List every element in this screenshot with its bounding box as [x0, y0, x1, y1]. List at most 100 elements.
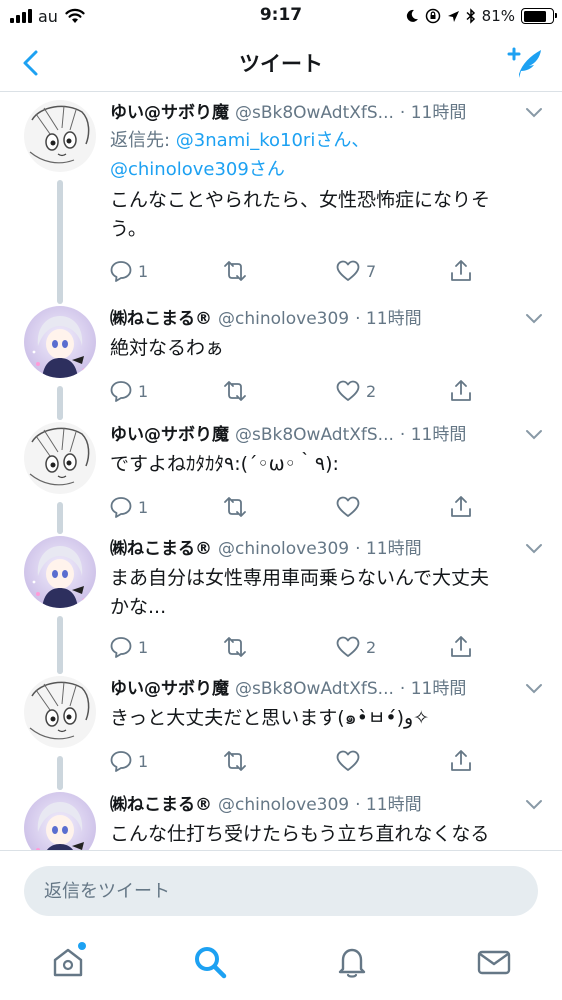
tweet-actions: 1 2 — [108, 376, 488, 406]
reply-icon — [110, 751, 132, 772]
mention-link[interactable]: @3nami_ko10riさん、 — [176, 130, 370, 151]
tweet-actions: 1 — [108, 492, 488, 522]
tab-search[interactable] — [190, 942, 230, 982]
retweet-button[interactable] — [220, 256, 254, 286]
like-button[interactable] — [334, 746, 366, 776]
retweet-icon — [224, 497, 246, 517]
messages-icon — [477, 950, 511, 975]
chevron-down-icon[interactable] — [524, 542, 544, 556]
reply-button[interactable]: 1 — [108, 492, 148, 522]
like-count: 2 — [366, 637, 377, 657]
share-icon — [451, 380, 471, 401]
moon-icon — [406, 9, 418, 22]
display-name[interactable]: ㈱ねこまる® — [110, 795, 212, 815]
like-count: 7 — [366, 261, 377, 281]
reply-icon — [110, 637, 132, 658]
battery-percent: 81% — [481, 7, 515, 25]
tweet-item[interactable]: ㈱ねこまる® @chinolove309 · 11時間 まあ自分は女性専用車両乗らな… — [0, 522, 562, 674]
heart-icon — [336, 260, 360, 281]
tweet-text-line: 絶対なるわぁ — [110, 337, 225, 359]
tweet-time: · 11時間 — [355, 795, 422, 815]
tweet-text-line: う。 — [110, 218, 147, 240]
retweet-button[interactable] — [220, 492, 254, 522]
tab-notifications[interactable] — [332, 942, 372, 982]
tweet-item[interactable]: ㈱ねこまる® @chinolove309 · 11時間 こんな仕打ち受けたらもう立ち… — [0, 778, 562, 850]
tweet-text: こんな仕打ち受けたらもう立ち直れなくなる — [110, 820, 536, 849]
mention-link[interactable]: @chinolove309さん — [110, 159, 285, 180]
user-handle[interactable]: @sBk8OwAdtXfS... — [235, 425, 394, 445]
tweet-item[interactable]: ㈱ねこまる® @chinolove309 · 11時間 絶対なるわぁ 1 2 — [0, 292, 562, 420]
retweet-button[interactable] — [220, 632, 254, 662]
share-button[interactable] — [448, 376, 474, 406]
display-name[interactable]: ゆい@サボり魔 — [110, 425, 229, 445]
tweet-thread: ゆい@サボり魔 @sBk8OwAdtXfS... · 11時間 返信先: @3nam… — [0, 92, 562, 850]
share-button[interactable] — [448, 632, 474, 662]
chevron-down-icon[interactable] — [524, 106, 544, 120]
chevron-down-icon[interactable] — [524, 798, 544, 812]
like-button[interactable]: 2 — [334, 376, 376, 406]
location-icon — [447, 10, 459, 22]
tweet-text-line: こんなことやられたら、女性恐怖症になりそ — [110, 189, 491, 211]
thread-line — [57, 180, 63, 302]
tweet-actions: 1 — [108, 746, 488, 776]
reply-button[interactable]: 1 — [108, 632, 148, 662]
tweet-text-line: ですよねｶﾀｶﾀ٩:(´◦ω◦｀٩): — [110, 453, 339, 475]
avatar[interactable] — [24, 792, 96, 850]
tweet-text-line: かな... — [110, 596, 167, 618]
chevron-down-icon[interactable] — [524, 682, 544, 696]
heart-icon — [336, 380, 360, 401]
display-name[interactable]: ゆい@サボり魔 — [110, 103, 229, 123]
reply-prefix: 返信先: — [110, 130, 176, 151]
like-button[interactable] — [334, 492, 366, 522]
reply-to: 返信先: @3nami_ko10riさん、 @chinolove309さん — [110, 126, 532, 184]
display-name[interactable]: ㈱ねこまる® — [110, 539, 212, 559]
avatar[interactable] — [24, 676, 96, 748]
like-button[interactable]: 2 — [334, 632, 376, 662]
reply-button[interactable]: 1 — [108, 256, 148, 286]
user-handle[interactable]: @sBk8OwAdtXfS... — [235, 679, 394, 699]
chevron-down-icon[interactable] — [524, 312, 544, 326]
display-name[interactable]: ゆい@サボり魔 — [110, 679, 229, 699]
tweet-item[interactable]: ゆい@サボり魔 @sBk8OwAdtXfS... · 11時間 きっと大丈夫だと思い… — [0, 662, 562, 790]
reply-button[interactable]: 1 — [108, 376, 148, 406]
user-handle[interactable]: @sBk8OwAdtXfS... — [235, 103, 394, 123]
tweet-text-line: きっと大丈夫だと思います(๑•̀ㅂ•́)و✧ — [110, 707, 430, 729]
reply-input[interactable] — [24, 866, 538, 916]
thread-line — [57, 522, 63, 534]
share-icon — [451, 260, 471, 281]
share-icon — [451, 636, 471, 657]
tweet-text: まあ自分は女性専用車両乗らないんで大丈夫 かな... — [110, 564, 536, 622]
heart-icon — [336, 496, 360, 517]
notifications-icon — [338, 948, 366, 978]
share-icon — [451, 496, 471, 517]
page-title: ツイート — [239, 52, 323, 76]
tab-home[interactable] — [48, 942, 88, 982]
share-button[interactable] — [448, 492, 474, 522]
tab-messages[interactable] — [474, 942, 514, 982]
like-button[interactable]: 7 — [334, 256, 376, 286]
reply-icon — [110, 497, 132, 518]
user-handle[interactable]: @chinolove309 — [218, 539, 349, 559]
tweet-item[interactable]: ゆい@サボり魔 @sBk8OwAdtXfS... · 11時間 返信先: @3nam… — [0, 92, 562, 302]
reply-count: 1 — [138, 637, 149, 657]
retweet-icon — [224, 261, 246, 281]
avatar[interactable] — [24, 422, 96, 494]
share-button[interactable] — [448, 256, 474, 286]
avatar[interactable] — [24, 100, 96, 172]
user-handle[interactable]: @chinolove309 — [218, 795, 349, 815]
retweet-button[interactable] — [220, 746, 254, 776]
tweet-item[interactable]: ゆい@サボり魔 @sBk8OwAdtXfS... · 11時間 ですよねｶﾀｶﾀ٩:… — [0, 408, 562, 534]
retweet-button[interactable] — [220, 376, 254, 406]
compose-tweet-icon[interactable] — [506, 44, 544, 82]
chevron-down-icon[interactable] — [524, 428, 544, 442]
display-name[interactable]: ㈱ねこまる® — [110, 309, 212, 329]
avatar[interactable] — [24, 536, 96, 608]
avatar[interactable] — [24, 306, 96, 378]
reply-button[interactable]: 1 — [108, 746, 148, 776]
thread-line — [57, 778, 63, 790]
tweet-header: ゆい@サボり魔 @sBk8OwAdtXfS... · 11時間 — [110, 674, 518, 700]
nav-bar: ツイート — [0, 34, 562, 92]
user-handle[interactable]: @chinolove309 — [218, 309, 349, 329]
tweet-time: · 11時間 — [355, 539, 422, 559]
share-button[interactable] — [448, 746, 474, 776]
